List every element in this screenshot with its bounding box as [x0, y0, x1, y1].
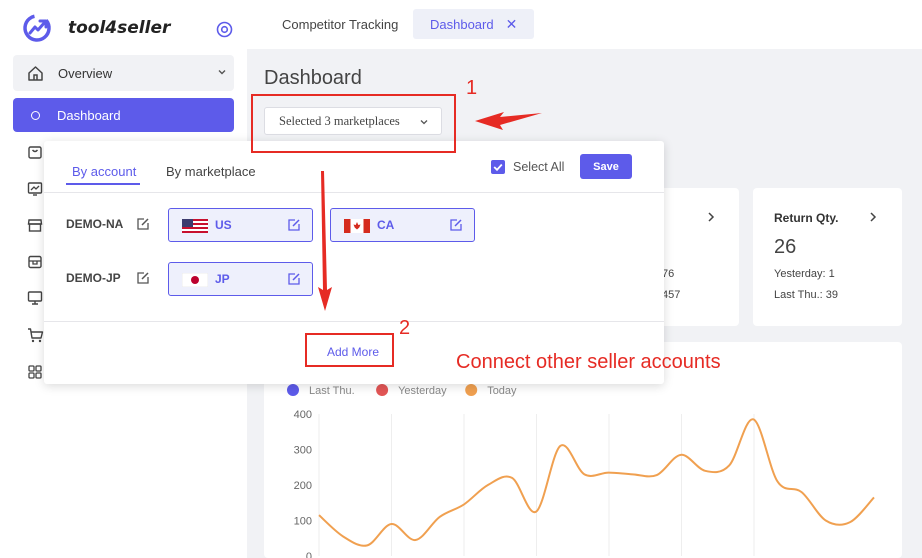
divider: [44, 192, 664, 193]
top-tab-bar: Competitor Tracking Dashboard ✕: [247, 0, 922, 49]
tab-by-marketplace[interactable]: By marketplace: [166, 164, 256, 179]
active-tab-indicator: [66, 183, 140, 185]
account-name: DEMO-JP: [66, 271, 121, 285]
close-icon[interactable]: ✕: [506, 16, 518, 33]
cart-icon[interactable]: [27, 327, 44, 344]
check-icon: [493, 163, 503, 172]
tab-dashboard[interactable]: Dashboard ✕: [413, 9, 534, 39]
edit-icon[interactable]: [449, 218, 463, 232]
nav-dashboard-label: Dashboard: [57, 107, 121, 123]
stat-value: 457: [662, 289, 681, 301]
apps-grid-icon[interactable]: [27, 364, 43, 380]
nav-overview-label: Overview: [58, 65, 113, 81]
arrow-left-icon: [475, 112, 542, 130]
analytics-icon[interactable]: [27, 181, 43, 197]
japan-flag-icon: [182, 273, 208, 287]
marketplace-chip-ca[interactable]: CA: [330, 208, 475, 242]
y-tick-label: 100: [294, 516, 312, 528]
brand-logo[interactable]: tool4seller: [22, 13, 170, 43]
page-title: Dashboard: [264, 67, 362, 89]
annotation-marker-1: 1: [466, 77, 478, 99]
marketplace-code: US: [215, 218, 232, 232]
account-name: DEMO-NA: [66, 217, 124, 231]
edit-icon[interactable]: [287, 218, 301, 232]
monitor-icon[interactable]: [27, 290, 43, 306]
annotation-marker-2: 2: [399, 317, 411, 339]
stat-card-yesterday: Yesterday: 1: [774, 268, 835, 280]
save-button[interactable]: Save: [580, 154, 632, 179]
tab-competitor-tracking[interactable]: Competitor Tracking: [282, 17, 398, 32]
annotation-note: Connect other seller accounts: [456, 351, 721, 373]
divider: [44, 321, 664, 322]
stat-card-title: Return Qty.: [774, 211, 839, 225]
chevron-down-icon: [218, 70, 226, 75]
edit-icon[interactable]: [136, 271, 150, 285]
legend-label: Last Thu.: [309, 385, 355, 397]
stat-card-return-qty[interactable]: Return Qty. 26 Yesterday: 1 Last Thu.: 3…: [753, 188, 902, 326]
annotation-box-marketplace-select: [251, 94, 456, 153]
nav-dashboard[interactable]: Dashboard: [13, 98, 234, 132]
stat-card-last-thu: Last Thu.: 39: [774, 289, 839, 301]
chevron-right-icon[interactable]: [706, 211, 716, 223]
brand-name: tool4seller: [68, 18, 171, 38]
marketplace-code: JP: [215, 272, 230, 286]
y-tick-label: 0: [306, 551, 312, 558]
tab-by-account[interactable]: By account: [72, 164, 136, 179]
legend-label: Yesterday: [398, 385, 447, 397]
annotation-box-add-more: [305, 333, 394, 367]
select-all-checkbox[interactable]: [491, 160, 505, 174]
series-line: [318, 418, 875, 547]
y-tick-label: 300: [294, 445, 312, 457]
us-flag-icon: [182, 219, 208, 233]
edit-icon[interactable]: [287, 272, 301, 286]
y-tick-label: 200: [294, 480, 312, 492]
bag-icon[interactable]: [27, 144, 43, 160]
tab-dashboard-label: Dashboard: [430, 16, 494, 32]
canada-flag-icon: [344, 219, 370, 233]
legend-marker: [376, 384, 389, 396]
marketplace-code: CA: [377, 218, 395, 232]
dot-icon: [31, 110, 40, 120]
nav-overview[interactable]: Overview: [13, 55, 234, 91]
legend-marker: [465, 384, 478, 396]
stat-card-value: 26: [774, 236, 797, 258]
target-icon[interactable]: [216, 21, 233, 38]
marketplace-chip-jp[interactable]: JP: [168, 262, 313, 296]
chevron-right-icon[interactable]: [868, 211, 878, 223]
marketplace-chip-us[interactable]: US: [168, 208, 313, 242]
y-tick-label: 400: [294, 409, 312, 421]
legend-marker: [287, 384, 299, 396]
select-all-label[interactable]: Select All: [513, 160, 564, 174]
legend-label: Today: [487, 385, 517, 397]
box-icon[interactable]: [27, 254, 43, 270]
home-icon: [28, 65, 43, 81]
store-icon[interactable]: [27, 217, 43, 233]
trend-logo-icon: [23, 14, 51, 42]
edit-icon[interactable]: [136, 217, 150, 231]
